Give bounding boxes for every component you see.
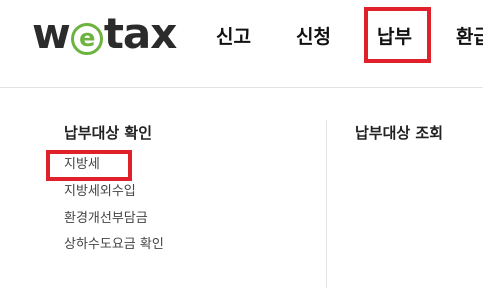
menu-item-environment-charge[interactable]: 환경개선부담금 xyxy=(64,210,148,228)
wetax-logo[interactable]: w e tax xyxy=(32,9,178,58)
menu-column-title-inquiry[interactable]: 납부대상 조회 xyxy=(355,123,443,143)
nav-item-refund[interactable]: 환급 xyxy=(456,23,483,51)
menu-column-divider xyxy=(326,120,327,288)
logo-e-icon: e xyxy=(70,23,103,55)
menu-item-non-tax-revenue[interactable]: 지방세외수입 xyxy=(64,183,136,201)
nav-item-apply[interactable]: 신청 xyxy=(296,23,331,51)
logo-text-w: w xyxy=(32,9,71,58)
site-header: w e tax 신고 신청 납부 환급 xyxy=(0,0,483,88)
menu-item-water-fee[interactable]: 상하수도요금 확인 xyxy=(64,236,164,254)
logo-text-tax: tax xyxy=(103,9,178,58)
menu-column-title-check: 납부대상 확인 xyxy=(64,124,153,142)
nav-item-report[interactable]: 신고 xyxy=(216,23,251,51)
nav-item-payment[interactable]: 납부 xyxy=(377,23,412,51)
menu-item-local-tax[interactable]: 지방세 xyxy=(64,156,100,174)
